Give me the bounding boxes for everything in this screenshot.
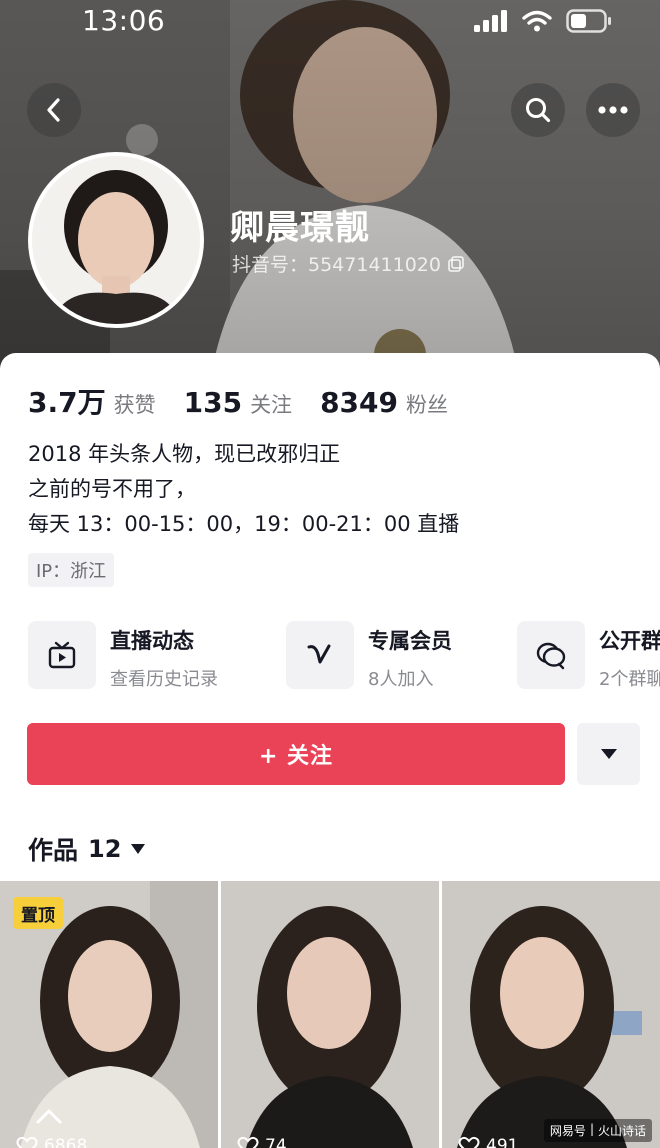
tab-works[interactable]: 作品 12 [28, 831, 146, 867]
thumbnail-photo [221, 881, 439, 1148]
more-button[interactable] [586, 83, 640, 137]
watermark-divider: | [589, 1122, 594, 1136]
status-time: 13:06 [82, 4, 166, 37]
back-button[interactable] [27, 83, 81, 137]
feature-public-group[interactable]: 公开群 2个群聊 [517, 621, 660, 691]
bio-line: 之前的号不用了， [28, 477, 196, 501]
video-thumbnail[interactable]: 491 网易号 | 火山诗话 [442, 881, 660, 1148]
like-count: 74 [237, 1136, 287, 1148]
chevron-left-icon [47, 98, 60, 122]
bio-line: 2018 年头条人物，现已改邪归正 [28, 442, 341, 466]
like-count: 491 [458, 1136, 518, 1148]
battery-icon [566, 9, 611, 33]
follow-button[interactable]: + 关注 [27, 723, 565, 785]
search-icon [526, 98, 551, 123]
heart-icon [458, 1136, 480, 1148]
stat-value: 3.7万 [28, 386, 106, 419]
like-count-text: 6868 [44, 1136, 88, 1148]
video-thumbnail[interactable]: 74 [221, 881, 439, 1148]
feature-membership[interactable]: 专属会员 8人加入 [286, 621, 452, 691]
signal-icon [474, 10, 507, 32]
feature-title: 专属会员 [368, 629, 452, 653]
nickname: 卿晨璟靓 [230, 208, 370, 248]
watermark: 网易号 | 火山诗话 [543, 1119, 652, 1142]
stat-label: 关注 [250, 393, 293, 417]
chat-icon [536, 642, 566, 670]
heart-icon [16, 1136, 38, 1148]
feature-icon-box [517, 621, 585, 689]
stats-row: 3.7万 获赞 135 关注 8349 粉丝 [28, 381, 476, 421]
stat-following[interactable]: 135 关注 [184, 386, 292, 419]
feature-subtitle: 查看历史记录 [110, 669, 218, 690]
feature-title: 直播动态 [110, 629, 194, 653]
feature-live-history[interactable]: 直播动态 查看历史记录 [28, 621, 218, 691]
bio-line: 每天 13：00-15：00，19：00-21：00 直播 [28, 512, 460, 536]
works-label: 作品 [28, 836, 79, 865]
avatar-photo [32, 156, 200, 324]
more-options-button[interactable] [577, 723, 640, 785]
feature-shortcuts: 直播动态 查看历史记录 专属会员 8人加入 公开群 2个群聊 [28, 621, 660, 691]
feature-icon-box [286, 621, 354, 689]
feature-subtitle: 2个群聊 [599, 669, 660, 690]
feature-icon-box [28, 621, 96, 689]
bio: 2018 年头条人物，现已改邪归正 之前的号不用了， 每天 13：00-15：0… [28, 437, 459, 542]
works-count: 12 [88, 835, 122, 863]
copy-icon[interactable] [447, 255, 465, 273]
caret-down-icon [600, 749, 617, 759]
stat-value: 135 [183, 386, 243, 419]
thumbnail-photo [442, 881, 660, 1148]
avatar[interactable] [28, 152, 204, 328]
search-button[interactable] [511, 83, 565, 137]
heart-icon [237, 1136, 259, 1148]
more-dots-icon [598, 106, 628, 114]
stat-value: 8349 [320, 386, 398, 419]
feature-subtitle: 8人加入 [368, 669, 434, 690]
stat-followers[interactable]: 8349 粉丝 [320, 386, 448, 419]
caret-down-icon [131, 844, 146, 854]
douyin-id-text: 抖音号：55471411020 [232, 254, 441, 276]
wifi-icon [522, 10, 552, 32]
chevron-up-icon[interactable] [36, 1108, 62, 1124]
video-thumbnail[interactable]: 置顶 6868 [0, 881, 218, 1148]
stat-label: 粉丝 [406, 393, 448, 417]
status-icons [474, 9, 612, 33]
watermark-right: 火山诗话 [597, 1124, 646, 1138]
v-icon [307, 644, 331, 664]
profile-card: 3.7万 获赞 135 关注 8349 粉丝 2018 年头条人物，现已改邪归正… [0, 353, 660, 1148]
tv-icon [48, 641, 76, 669]
like-count-text: 74 [265, 1136, 287, 1148]
works-grid: 置顶 6868 74 491 网易号 | 火山诗话 [0, 881, 660, 1148]
stat-label: 获赞 [113, 393, 156, 417]
ip-location-tag: IP：浙江 [28, 553, 115, 587]
like-count-text: 491 [486, 1136, 519, 1148]
feature-title: 公开群 [599, 629, 660, 653]
like-count: 6868 [16, 1136, 87, 1148]
stat-likes[interactable]: 3.7万 获赞 [28, 381, 156, 421]
watermark-left: 网易号 [549, 1124, 586, 1138]
douyin-id[interactable]: 抖音号：55471411020 [232, 250, 465, 277]
pinned-badge: 置顶 [13, 897, 63, 929]
